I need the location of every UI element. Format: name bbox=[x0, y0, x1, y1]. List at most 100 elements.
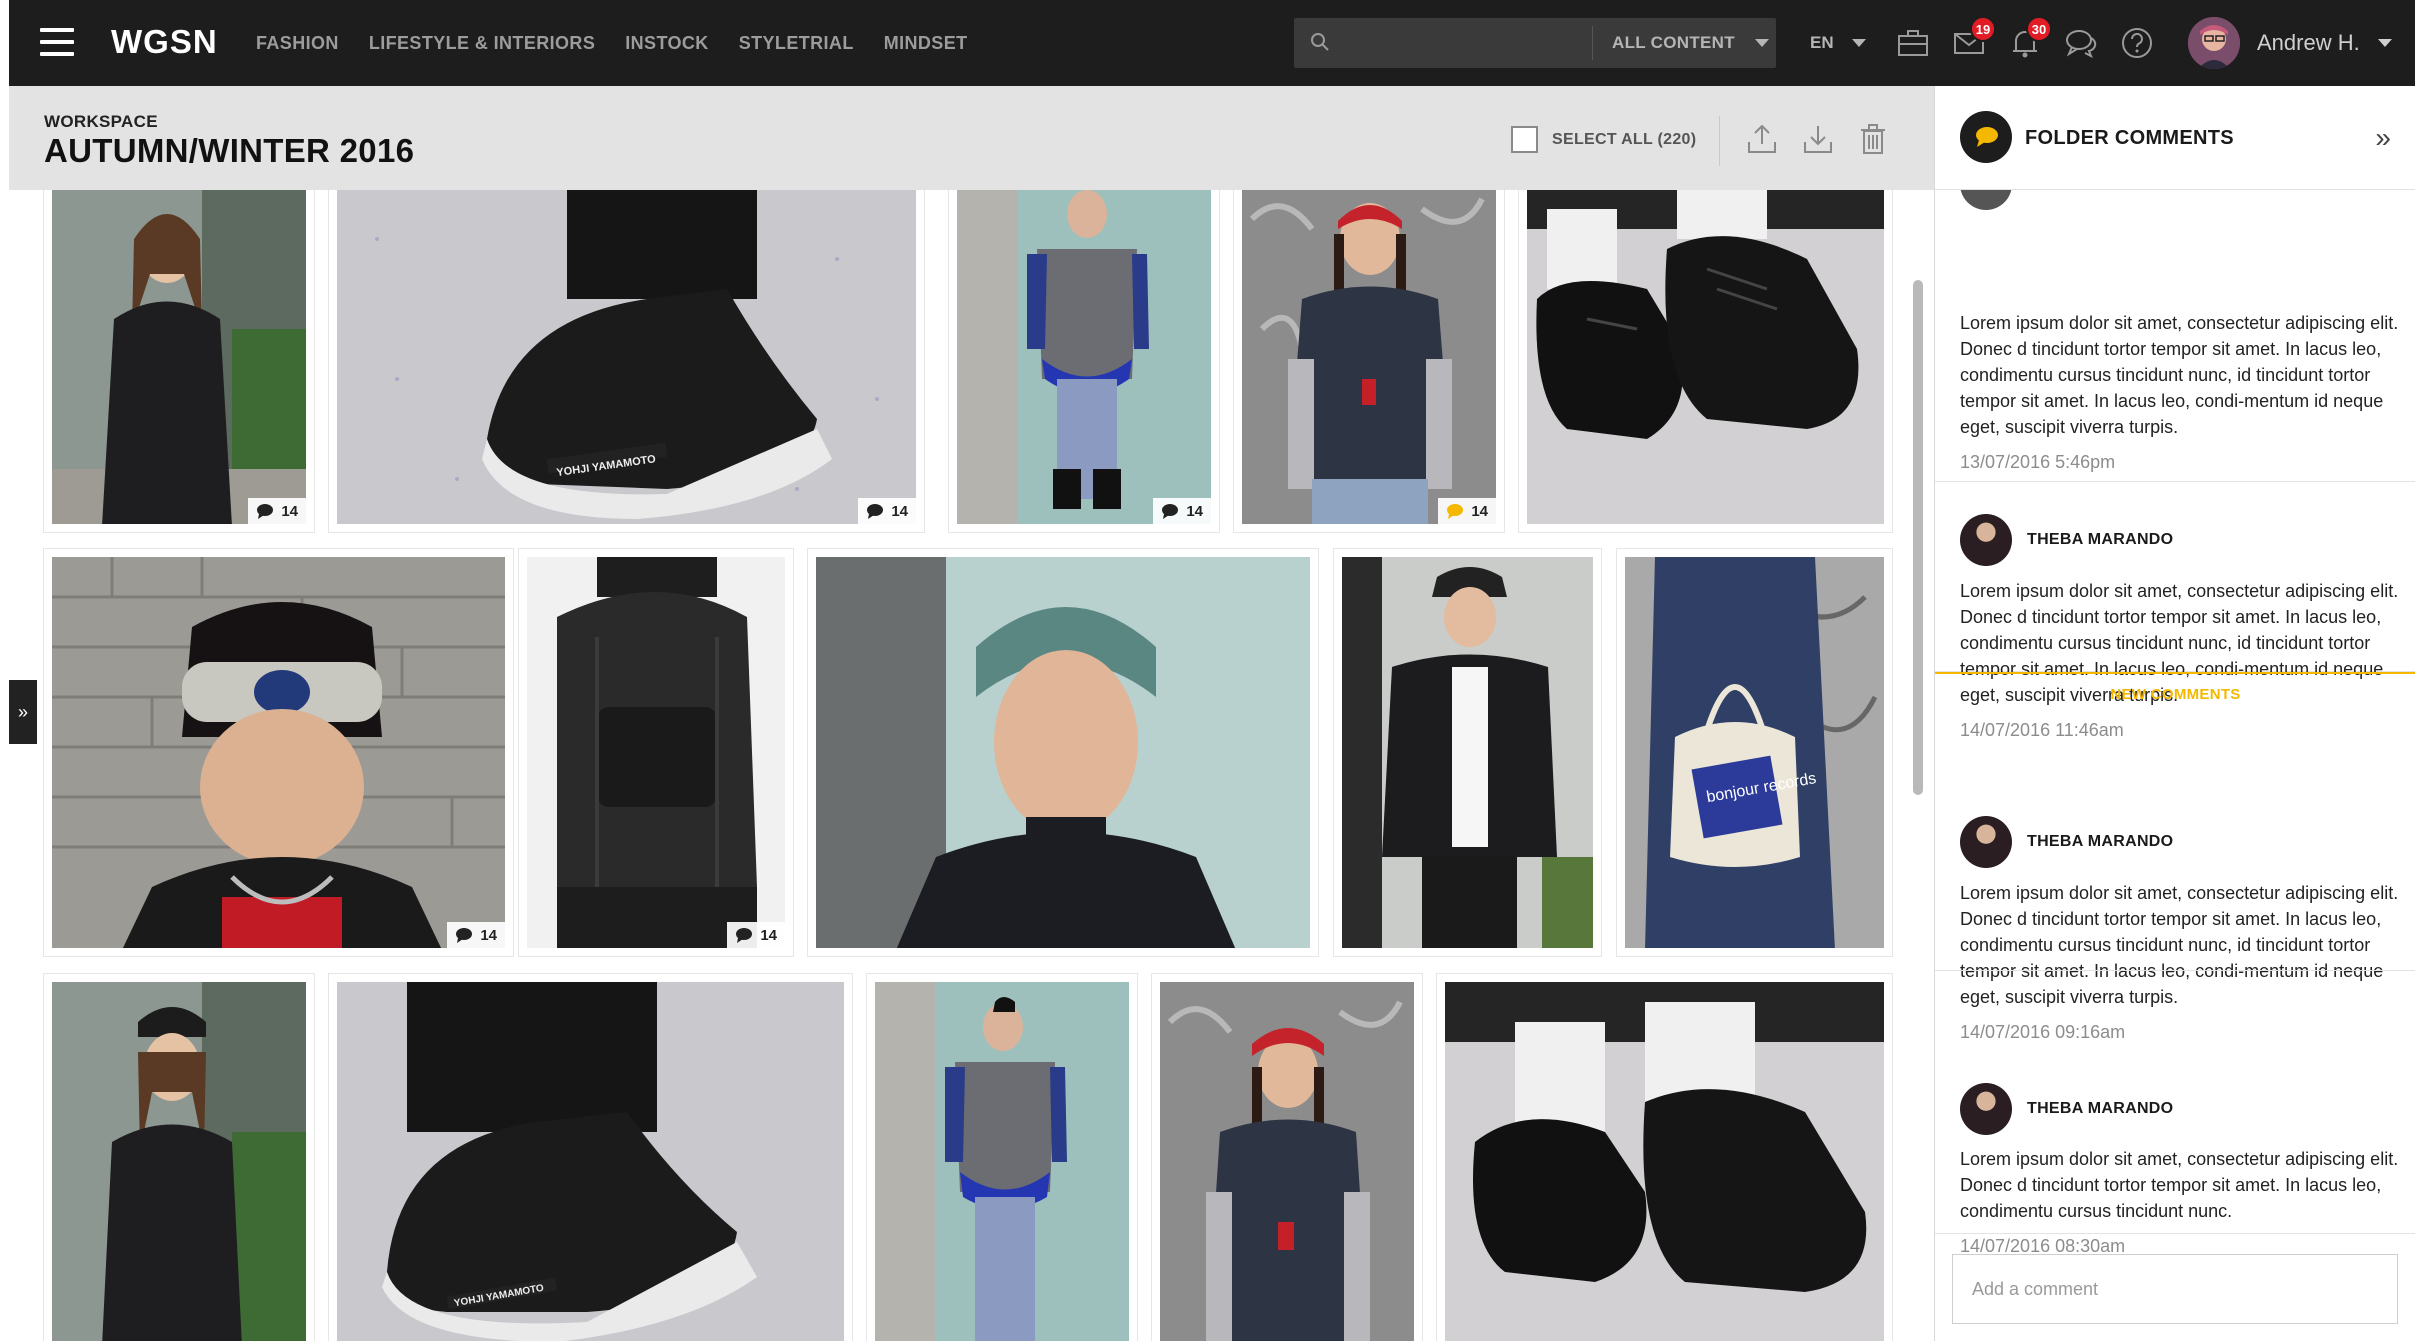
tile-photo bbox=[1445, 982, 1884, 1341]
messages-badge: 19 bbox=[1970, 16, 1996, 42]
tile-photo bbox=[527, 557, 785, 948]
image-tile[interactable] bbox=[866, 973, 1138, 1341]
download-icon[interactable] bbox=[1801, 122, 1835, 156]
chevron-down-icon bbox=[2377, 39, 2392, 47]
nav-item-styletrial[interactable]: STYLETRIAL bbox=[739, 33, 854, 54]
select-all-checkbox[interactable] bbox=[1511, 126, 1538, 153]
user-avatar[interactable] bbox=[2188, 17, 2240, 69]
panel-title: FOLDER COMMENTS bbox=[2025, 127, 2234, 149]
search-scope-label: ALL CONTENT bbox=[1612, 33, 1735, 52]
image-tile[interactable] bbox=[807, 548, 1319, 957]
user-avatar-image bbox=[2188, 17, 2240, 69]
nav-item-instock[interactable]: INSTOCK bbox=[625, 33, 708, 54]
photo-girl-braids bbox=[1160, 982, 1414, 1341]
avatar[interactable] bbox=[1960, 1083, 2012, 1135]
left-edge-strip bbox=[0, 0, 9, 1341]
tile-photo bbox=[52, 557, 505, 948]
workspace-title: AUTUMN/WINTER 2016 bbox=[44, 132, 415, 169]
alerts-badge: 30 bbox=[2026, 16, 2052, 42]
image-tile[interactable]: 14 bbox=[948, 190, 1220, 533]
workspace-header: WORKSPACE AUTUMN/WINTER 2016 SELECT ALL … bbox=[9, 86, 1934, 190]
image-tile[interactable]: 14 bbox=[1233, 190, 1505, 533]
search-icon[interactable] bbox=[1310, 32, 1330, 52]
comment-count: 14 bbox=[760, 926, 777, 944]
comment-author-row: THEBA MARANDO bbox=[1960, 816, 2173, 868]
comment-count-badge[interactable]: 14 bbox=[727, 922, 785, 948]
comment-icon bbox=[867, 504, 884, 519]
nav-item-lifestyle-interiors[interactable]: LIFESTYLE & INTERIORS bbox=[369, 33, 595, 54]
select-all-label: SELECT ALL (220) bbox=[1552, 130, 1697, 148]
image-tile[interactable]: bonjour records bbox=[1616, 548, 1893, 957]
trash-icon[interactable] bbox=[1856, 122, 1890, 156]
tile-photo: YOHJI YAMAMOTO bbox=[337, 982, 844, 1341]
avatar[interactable] bbox=[1960, 514, 2012, 566]
comment-icon bbox=[736, 928, 753, 943]
hamburger-menu-icon[interactable] bbox=[40, 28, 74, 56]
avatar[interactable] bbox=[1960, 816, 2012, 868]
search-scope-dropdown[interactable]: ALL CONTENT bbox=[1612, 18, 1769, 68]
chevron-down-icon bbox=[1754, 39, 1769, 47]
tile-photo bbox=[1342, 557, 1593, 948]
photo-woman-black-dress bbox=[52, 982, 306, 1341]
image-tile[interactable] bbox=[1151, 973, 1423, 1341]
briefcase-icon[interactable] bbox=[1896, 26, 1930, 60]
photo-black-leather-shoes bbox=[1445, 982, 1884, 1341]
image-tile[interactable]: 14 bbox=[43, 548, 514, 957]
comment-count-badge[interactable]: 14 bbox=[1438, 498, 1496, 524]
image-tile[interactable]: YOHJI YAMAMOTO bbox=[328, 973, 853, 1341]
search-box: ALL CONTENT bbox=[1294, 18, 1776, 68]
grid-scrollbar[interactable] bbox=[1913, 280, 1923, 795]
comment-author[interactable]: THEBA MARANDO bbox=[2027, 531, 2173, 549]
photo-denim-coat-tote: bonjour records bbox=[1625, 557, 1884, 948]
chat-icon[interactable] bbox=[2064, 26, 2098, 60]
select-all-toggle[interactable]: SELECT ALL (220) bbox=[1511, 126, 1696, 153]
double-chevron-right-icon: » bbox=[17, 701, 28, 722]
add-comment-input[interactable] bbox=[1952, 1254, 2398, 1324]
tile-photo: YOHJI YAMAMOTO bbox=[337, 190, 916, 524]
image-tile[interactable] bbox=[1436, 973, 1893, 1341]
tile-photo: bonjour records bbox=[1625, 557, 1884, 948]
tile-photo bbox=[52, 190, 306, 524]
comment-count: 14 bbox=[1471, 502, 1488, 520]
comment-icon bbox=[257, 504, 274, 519]
comment-count-badge[interactable]: 14 bbox=[858, 498, 916, 524]
workspace-label: WORKSPACE bbox=[44, 112, 158, 131]
search-input[interactable] bbox=[1342, 18, 1582, 68]
image-tile[interactable]: 14 bbox=[43, 190, 315, 533]
comment-text: Lorem ipsum dolor sit amet, consectetur … bbox=[1960, 1149, 2399, 1221]
comment-count-badge[interactable]: 14 bbox=[447, 922, 505, 948]
photo-man-apron bbox=[875, 982, 1129, 1341]
collapse-panel-button[interactable]: » bbox=[2375, 122, 2391, 154]
notifications-button[interactable]: 30 bbox=[2008, 16, 2052, 60]
comment-count-badge[interactable]: 14 bbox=[1153, 498, 1211, 524]
comment-icon bbox=[1162, 504, 1179, 519]
upload-icon[interactable] bbox=[1745, 122, 1779, 156]
comment-count-badge[interactable]: 14 bbox=[248, 498, 306, 524]
photo-black-backpack bbox=[527, 557, 785, 948]
image-tile[interactable]: 14 bbox=[518, 548, 794, 957]
comment-author[interactable]: THEBA MARANDO bbox=[2027, 833, 2173, 851]
expand-sidebar-button[interactable]: » bbox=[9, 680, 37, 744]
photo-man-apron bbox=[957, 190, 1211, 524]
chevron-down-icon bbox=[1851, 39, 1866, 47]
image-tile[interactable] bbox=[1518, 190, 1893, 533]
comment-author[interactable]: THEBA MARANDO bbox=[2027, 1100, 2173, 1118]
comment-author-row: THEBA MARANDO bbox=[1960, 514, 2173, 566]
photo-man-headband bbox=[52, 557, 505, 948]
main-nav: FASHION LIFESTYLE & INTERIORS INSTOCK ST… bbox=[256, 0, 998, 86]
user-menu[interactable]: Andrew H. bbox=[2257, 0, 2392, 86]
nav-item-fashion[interactable]: FASHION bbox=[256, 33, 339, 54]
photo-man-leather-jacket bbox=[1342, 557, 1593, 948]
nav-item-mindset[interactable]: MINDSET bbox=[884, 33, 968, 54]
image-tile[interactable] bbox=[43, 973, 315, 1341]
search-divider bbox=[1592, 26, 1593, 60]
comment-item: THEBA MARANDO Lorem ipsum dolor sit amet… bbox=[1935, 970, 2415, 1256]
wgsn-logo[interactable]: WGSN bbox=[111, 23, 218, 61]
messages-button[interactable]: 19 bbox=[1952, 16, 1996, 60]
image-tile[interactable] bbox=[1333, 548, 1602, 957]
image-tile[interactable]: YOHJI YAMAMOTO 14 bbox=[328, 190, 925, 533]
comment-item: THEBA MARANDO Lorem ipsum dolor sit amet… bbox=[1935, 424, 2415, 740]
language-dropdown[interactable]: EN bbox=[1810, 0, 1866, 86]
comment-icon-unread bbox=[1447, 504, 1464, 519]
help-icon[interactable] bbox=[2120, 26, 2154, 60]
